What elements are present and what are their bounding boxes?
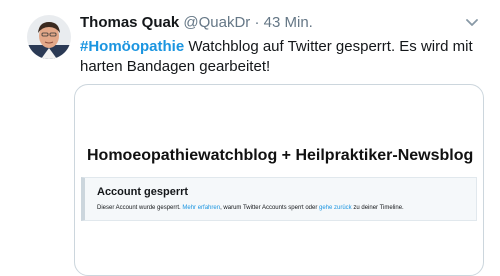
avatar-image	[27, 15, 71, 59]
notice-title: Account gesperrt	[97, 186, 189, 198]
go-back-link[interactable]: gehe zurück	[319, 205, 352, 211]
tweet-menu-button[interactable]	[462, 14, 482, 32]
learn-more-link[interactable]: Mehr erfahren	[182, 205, 220, 211]
notice-text: Dieser Account wurde gesperrt. Mehr erfa…	[97, 204, 477, 212]
author-handle[interactable]: @QuakDr	[183, 14, 250, 31]
tweet-header: Thomas Quak @QuakDr · 43 Min.	[80, 14, 313, 32]
notice-text-part2: , warum Twitter Accounts sperrt oder	[220, 205, 319, 211]
account-suspended-notice: Account gesperrt Dieser Account wurde ge…	[81, 177, 477, 221]
notice-text-part3: zu deiner Timeline.	[351, 205, 404, 211]
link-card[interactable]: Homoeopathiewatchblog + Heilpraktiker-Ne…	[74, 84, 484, 276]
avatar[interactable]	[27, 15, 71, 59]
tweet-text: #Homöopathie Watchblog auf Twitter gespe…	[80, 37, 490, 77]
notice-text-part1: Dieser Account wurde gesperrt.	[97, 205, 183, 211]
tweet[interactable]: Thomas Quak @QuakDr · 43 Min. #Homöopath…	[0, 0, 500, 276]
author-name[interactable]: Thomas Quak	[80, 14, 179, 31]
header-separator: ·	[254, 14, 260, 31]
hashtag-link[interactable]: #Homöopathie	[80, 38, 184, 55]
tweet-timestamp[interactable]: 43 Min.	[264, 14, 313, 31]
chevron-down-icon	[466, 19, 478, 26]
card-title: Homoeopathiewatchblog + Heilpraktiker-Ne…	[87, 147, 474, 164]
